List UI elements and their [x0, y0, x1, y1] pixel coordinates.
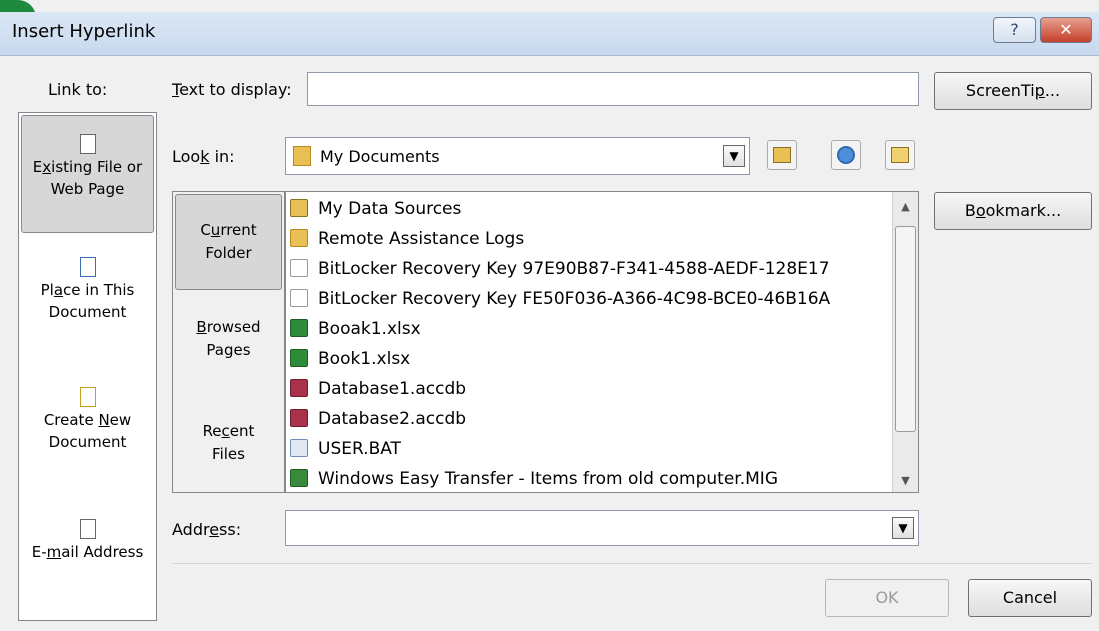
current-folder-tab[interactable]: Current Folder	[175, 194, 282, 290]
access-file-icon	[290, 409, 308, 427]
text-to-display-label: Text to display:	[172, 80, 292, 99]
text-file-icon	[290, 289, 308, 307]
bookmark-button[interactable]: Bookmark...	[934, 192, 1092, 230]
divider	[172, 563, 1092, 564]
link-email-address[interactable]: E-mail Address	[21, 513, 154, 583]
file-list-item[interactable]: My Data Sources	[290, 194, 461, 224]
excel-file-icon	[290, 349, 308, 367]
folder-nav-pane: Current Folder Browsed Pages Recent File…	[172, 191, 285, 493]
file-list[interactable]: My Data Sources Remote Assistance Logs B…	[285, 191, 919, 493]
ok-button[interactable]: OK	[825, 579, 949, 617]
address-dropdown-arrow[interactable]: ▼	[892, 517, 914, 539]
screentip-button[interactable]: ScreenTip...	[934, 72, 1092, 110]
easy-transfer-icon	[290, 469, 308, 487]
browse-file-button[interactable]	[885, 140, 915, 170]
link-to-pane: Existing File or Web Page Place in This …	[18, 112, 157, 621]
scroll-down-arrow[interactable]: ▼	[893, 474, 918, 487]
file-list-scrollbar[interactable]: ▲ ▼	[892, 192, 918, 492]
dialog-title: Insert Hyperlink	[12, 21, 156, 42]
email-address-icon	[79, 519, 96, 539]
close-button[interactable]: ✕	[1040, 17, 1092, 43]
text-file-icon	[290, 259, 308, 277]
link-to-label: Link to:	[48, 80, 108, 99]
browsed-pages-tab[interactable]: Browsed Pages	[175, 316, 282, 372]
file-list-item[interactable]: Database2.accdb	[290, 404, 466, 434]
excel-file-icon	[290, 319, 308, 337]
data-sources-folder-icon	[290, 199, 308, 217]
look-in-label: Look in:	[172, 147, 235, 166]
scroll-up-arrow[interactable]: ▲	[893, 200, 918, 213]
look-in-dropdown-arrow[interactable]: ▼	[723, 145, 745, 167]
folder-icon	[290, 229, 308, 247]
browse-web-icon	[837, 146, 855, 164]
browse-web-button[interactable]	[831, 140, 861, 170]
text-to-display-input[interactable]	[307, 72, 919, 106]
place-in-document-icon	[79, 257, 96, 277]
up-folder-icon	[773, 147, 791, 163]
file-list-item[interactable]: Booak1.xlsx	[290, 314, 421, 344]
scrollbar-thumb[interactable]	[895, 226, 916, 432]
file-list-item[interactable]: Windows Easy Transfer - Items from old c…	[290, 464, 778, 492]
access-file-icon	[290, 379, 308, 397]
file-list-item[interactable]: BitLocker Recovery Key 97E90B87-F341-458…	[290, 254, 830, 284]
link-create-new-document[interactable]: Create New Document	[21, 381, 154, 471]
address-label: Address:	[172, 520, 242, 539]
open-folder-icon	[891, 147, 909, 163]
file-list-item[interactable]: USER.BAT	[290, 434, 401, 464]
up-one-folder-button[interactable]	[767, 140, 797, 170]
batch-file-icon	[290, 439, 308, 457]
link-existing-file[interactable]: Existing File or Web Page	[21, 115, 154, 233]
cancel-button[interactable]: Cancel	[968, 579, 1092, 617]
link-place-in-document[interactable]: Place in This Document	[21, 251, 154, 341]
help-button[interactable]: ?	[993, 17, 1036, 43]
look-in-dropdown[interactable]: My Documents ▼	[285, 137, 750, 175]
recent-files-tab[interactable]: Recent Files	[175, 420, 282, 476]
existing-file-icon	[79, 134, 96, 154]
file-list-item[interactable]: BitLocker Recovery Key FE50F036-A366-4C9…	[290, 284, 830, 314]
title-bar: Insert Hyperlink ? ✕	[0, 12, 1099, 56]
look-in-value: My Documents	[320, 147, 440, 166]
file-list-item[interactable]: Book1.xlsx	[290, 344, 410, 374]
create-new-document-icon	[79, 387, 96, 407]
file-list-item[interactable]: Remote Assistance Logs	[290, 224, 524, 254]
address-combobox[interactable]: ▼	[285, 510, 919, 546]
file-list-item[interactable]: Database1.accdb	[290, 374, 466, 404]
folder-icon	[293, 146, 311, 166]
